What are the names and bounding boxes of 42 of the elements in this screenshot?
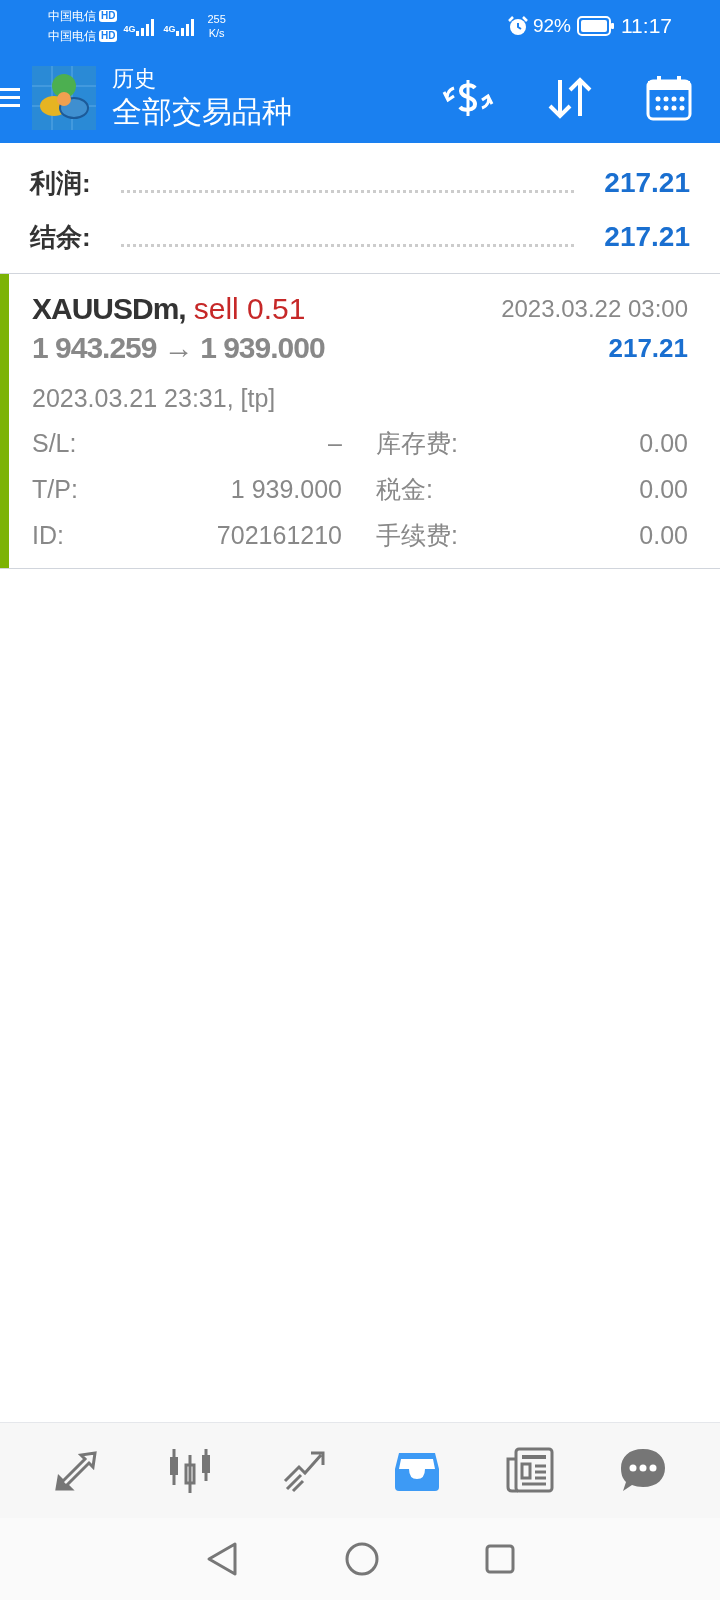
speed-unit: K/s xyxy=(208,26,225,40)
detail-label: 手续费: xyxy=(375,520,459,551)
detail-value: 702161210 xyxy=(215,520,342,551)
detail-value: 0.00 xyxy=(639,520,688,551)
summary-value: 217.21 xyxy=(604,166,690,200)
detail-label: T/P: xyxy=(32,474,79,505)
symbol-filter[interactable]: 全部交易品种 xyxy=(112,92,292,130)
clock-time: 11:17 xyxy=(621,13,672,40)
battery-icon xyxy=(577,16,615,36)
deal-prices: 1 943.259 → 1 939.000 xyxy=(32,330,325,366)
detail-value: 0.00 xyxy=(639,428,688,459)
home-icon[interactable] xyxy=(345,1542,379,1576)
detail-value: 0.00 xyxy=(639,474,688,505)
sort-icon[interactable] xyxy=(546,75,594,120)
open-time: 2023.03.21 23:31, [tp] xyxy=(32,383,277,414)
deal-profit: 217.21 xyxy=(608,331,688,365)
deal-side: sell 0.51 xyxy=(193,291,306,327)
hd-badge: HD xyxy=(99,10,118,22)
detail-label: ID: xyxy=(32,520,65,551)
detail-label: 库存费: xyxy=(375,428,459,459)
hd-badge: HD xyxy=(99,30,118,42)
close-time: 2023.03.22 03:00 xyxy=(501,294,688,324)
network-speed: 255 xyxy=(207,12,226,26)
detail-label: 税金: xyxy=(375,474,434,505)
screen-title: 历史 xyxy=(112,65,157,93)
detail-value: 1 939.000 xyxy=(229,474,342,505)
detail-label: S/L: xyxy=(32,428,78,459)
alarm-icon xyxy=(506,15,529,37)
network-type: 4G xyxy=(163,23,176,37)
detail-value: – xyxy=(327,428,342,459)
back-icon[interactable] xyxy=(205,1541,239,1577)
calendar-icon[interactable] xyxy=(646,74,692,121)
carrier-name: 中国电信 xyxy=(48,8,96,25)
deal-symbol: XAUUSDm, xyxy=(32,291,186,327)
app-logo-icon xyxy=(32,65,96,130)
summary-label: 利润: xyxy=(30,167,91,200)
carrier-name: 中国电信 xyxy=(48,28,96,45)
summary-value: 217.21 xyxy=(604,220,690,254)
recents-icon[interactable] xyxy=(485,1544,515,1574)
battery-percent: 92% xyxy=(532,13,571,38)
summary-label: 结余: xyxy=(30,221,91,254)
network-type: 4G xyxy=(123,23,136,37)
